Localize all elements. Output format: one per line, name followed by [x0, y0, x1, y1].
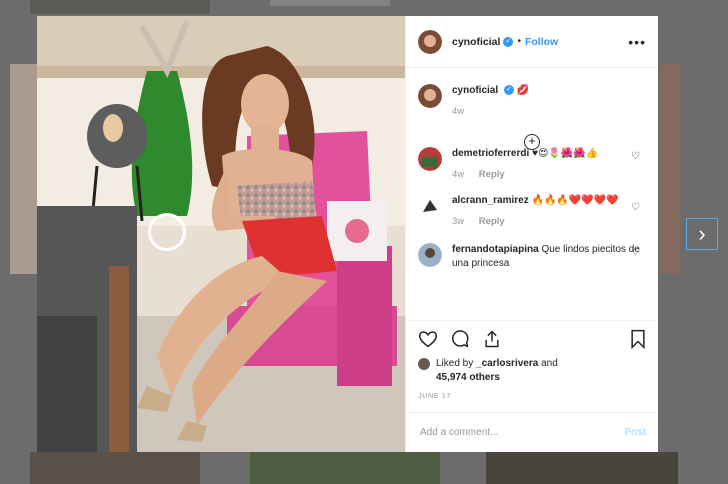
comment-text: alcrann_ramirez 🔥🔥🔥❤️❤️❤️❤️: [452, 194, 646, 208]
follow-button[interactable]: Follow: [525, 36, 558, 48]
likes-prefix: Liked by: [436, 358, 474, 369]
bookmark-icon[interactable]: [630, 329, 646, 349]
post-header: cynoficial ✓ • Follow •••: [406, 16, 658, 68]
caption-text: cynoficial ✓ 💋: [452, 84, 646, 98]
heart-icon[interactable]: [418, 330, 438, 348]
author-avatar[interactable]: [418, 29, 442, 54]
post-photo-illustration: [37, 16, 405, 452]
add-comment-input[interactable]: [418, 426, 625, 439]
comment-meta: 3w Reply: [452, 216, 646, 227]
liker-username[interactable]: _carlosrivera: [476, 358, 538, 369]
comment-username[interactable]: demetrioferrerdi: [452, 148, 529, 159]
caption-time[interactable]: 4w: [452, 106, 464, 117]
tag-indicator[interactable]: [148, 213, 186, 251]
next-arrow-icon[interactable]: ›: [686, 218, 718, 250]
separator-dot: •: [517, 36, 521, 47]
comments-list[interactable]: cynoficial ✓ 💋 4w + demetrioferrerdi ♥😍🌷…: [406, 68, 658, 320]
comment-meta: 4w Reply: [452, 169, 646, 180]
like-comment-heart-icon[interactable]: ♡: [631, 151, 640, 162]
comment-time[interactable]: 4w: [452, 169, 464, 180]
likes-text: Liked by _carlosrivera and 45,974 others: [436, 357, 558, 385]
comment-text: demetrioferrerdi ♥😍🌷🌺🌺👍: [452, 147, 646, 161]
action-icons-row: [418, 321, 646, 357]
add-comment-bar: Post: [406, 412, 658, 452]
likes-count[interactable]: 45,974 others: [436, 372, 500, 383]
post-modal: cynoficial ✓ • Follow ••• cynoficial ✓ 💋: [37, 16, 658, 452]
more-options-icon[interactable]: •••: [628, 34, 646, 50]
comment-icon[interactable]: [450, 329, 470, 349]
like-comment-heart-icon[interactable]: ♡: [631, 202, 640, 213]
share-icon[interactable]: [482, 329, 502, 349]
likes-summary: Liked by _carlosrivera and 45,974 others: [418, 357, 646, 385]
comment-body: demetrioferrerdi ♥😍🌷🌺🌺👍 4w Reply: [452, 147, 646, 180]
comment-text: fernandotapiapina Que lindos piecitos de…: [452, 243, 646, 271]
comment-content: ♥😍🌷🌺🌺👍: [532, 148, 599, 159]
caption-row: cynoficial ✓ 💋 4w: [418, 84, 646, 117]
comment-time[interactable]: 3w: [452, 216, 464, 227]
comment-username[interactable]: alcrann_ramirez: [452, 195, 529, 206]
author-avatar[interactable]: [418, 84, 442, 108]
comment-row: fernandotapiapina Que lindos piecitos de…: [418, 243, 646, 271]
author-username[interactable]: cynoficial: [452, 36, 500, 48]
commenter-avatar[interactable]: [418, 194, 442, 218]
like-comment-heart-icon[interactable]: ♡: [631, 247, 640, 258]
caption-body: cynoficial ✓ 💋 4w: [452, 84, 646, 117]
comment-content: 🔥🔥🔥❤️❤️❤️❤️: [531, 195, 619, 206]
caption-username[interactable]: cynoficial: [452, 85, 498, 96]
post-date[interactable]: JUNE 17: [418, 391, 646, 400]
verified-badge-icon: ✓: [503, 85, 514, 96]
comment-row: alcrann_ramirez 🔥🔥🔥❤️❤️❤️❤️ 3w Reply ♡: [418, 194, 646, 227]
comment-body: alcrann_ramirez 🔥🔥🔥❤️❤️❤️❤️ 3w Reply: [452, 194, 646, 227]
liker-avatar[interactable]: [418, 358, 430, 370]
post-photo[interactable]: [37, 16, 405, 452]
post-sidebar: cynoficial ✓ • Follow ••• cynoficial ✓ 💋: [405, 16, 658, 452]
caption-meta: 4w: [452, 106, 646, 117]
comment-row: demetrioferrerdi ♥😍🌷🌺🌺👍 4w Reply ♡: [418, 147, 646, 180]
commenter-avatar[interactable]: [418, 243, 442, 267]
reply-button[interactable]: Reply: [479, 169, 505, 180]
post-comment-button[interactable]: Post: [624, 427, 646, 438]
comment-body: fernandotapiapina Que lindos piecitos de…: [452, 243, 646, 271]
commenter-avatar[interactable]: [418, 147, 442, 171]
reply-button[interactable]: Reply: [479, 216, 505, 227]
post-actions: Liked by _carlosrivera and 45,974 others…: [406, 320, 658, 400]
caption-emoji: 💋: [516, 85, 530, 96]
verified-badge-icon: ✓: [503, 36, 514, 47]
comment-username[interactable]: fernandotapiapina: [452, 244, 539, 255]
likes-suffix: and: [541, 358, 558, 369]
